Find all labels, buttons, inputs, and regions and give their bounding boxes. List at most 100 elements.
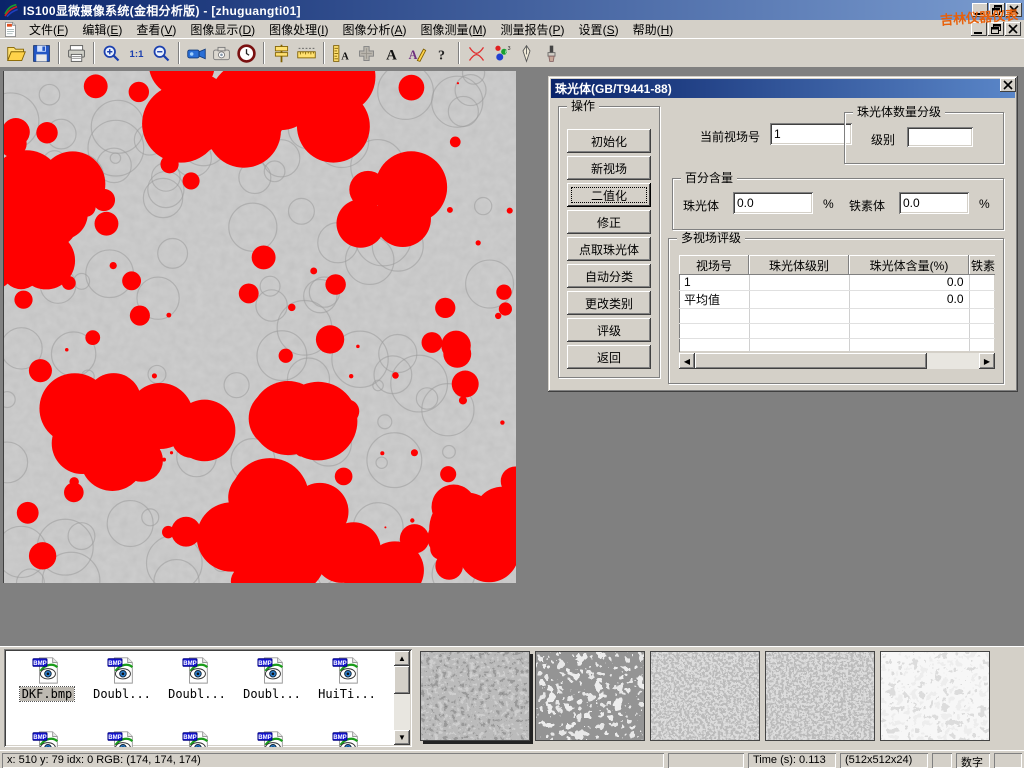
op-button-4[interactable]: 点取珠光体 [567, 237, 651, 261]
print-icon [66, 43, 87, 64]
help-button[interactable]: ? [429, 41, 454, 66]
menu-item-0[interactable]: 文件(F) [22, 20, 75, 39]
hscroll-right-button[interactable]: ▶ [979, 353, 995, 369]
toolbar-separator [323, 42, 325, 64]
annotate-button[interactable]: A [404, 41, 429, 66]
file-list[interactable]: BMPDKF.bmpBMPDoubl...BMPDoubl...BMPDoubl… [4, 649, 412, 747]
bmp-file-icon-partial[interactable]: BMP [330, 729, 364, 747]
thumbnail-4[interactable] [880, 651, 990, 741]
file-item-1[interactable]: BMPDoubl... [87, 655, 157, 701]
close-button[interactable] [1006, 3, 1022, 17]
file-item-4[interactable]: BMPHuiTi... [312, 655, 382, 701]
text-label-button[interactable]: A [379, 41, 404, 66]
table-cell [749, 323, 849, 338]
zoom-out-button[interactable] [149, 41, 174, 66]
minimize-button[interactable] [972, 3, 988, 17]
hscroll-left-button[interactable]: ◀ [679, 353, 695, 369]
caliper-button[interactable] [269, 41, 294, 66]
op-button-1[interactable]: 新视场 [567, 156, 651, 180]
vscroll-up-button[interactable]: ▲ [394, 651, 410, 666]
level-input[interactable] [907, 127, 973, 147]
table-header-3[interactable]: 铁素体含量(%) [969, 255, 995, 275]
bmp-file-icon-partial[interactable]: BMP [30, 729, 64, 747]
menu-item-4[interactable]: 图像处理(I) [262, 20, 335, 39]
file-item-0[interactable]: BMPDKF.bmp [12, 655, 82, 701]
table-row-1[interactable]: 平均值0.0 [679, 290, 995, 308]
op-button-2[interactable]: 二值化 [567, 183, 651, 207]
save-button[interactable] [29, 41, 54, 66]
ruler-button[interactable] [294, 41, 319, 66]
timer-button[interactable] [234, 41, 259, 66]
menu-item-6[interactable]: 图像测量(M) [414, 20, 494, 39]
brush-button[interactable] [539, 41, 564, 66]
op-button-8[interactable]: 返回 [567, 345, 651, 369]
table-row-4[interactable] [679, 338, 995, 352]
current-field-input[interactable] [770, 123, 852, 145]
thumbnail-2[interactable] [650, 651, 760, 741]
menu-item-5[interactable]: 图像分析(A) [335, 20, 413, 39]
menu-item-9[interactable]: 帮助(H) [626, 20, 681, 39]
ferrite-input[interactable] [899, 192, 969, 214]
menu-item-2[interactable]: 查看(V) [129, 20, 183, 39]
bmp-file-icon-partial[interactable]: BMP [180, 729, 214, 747]
curve-tool-button[interactable] [464, 41, 489, 66]
pearlite-input[interactable] [733, 192, 813, 214]
open-folder-button[interactable] [4, 41, 29, 66]
actual-size-button[interactable]: 1:1 [124, 41, 149, 66]
print-button[interactable] [64, 41, 89, 66]
op-button-0[interactable]: 初始化 [567, 129, 651, 153]
camera-icon [211, 43, 232, 64]
op-button-5[interactable]: 自动分类 [567, 264, 651, 288]
menu-item-1[interactable]: 编辑(E) [75, 20, 129, 39]
thumbnail-3[interactable] [765, 651, 875, 741]
vscroll-down-button[interactable]: ▼ [394, 730, 410, 745]
vscroll-thumb[interactable] [394, 666, 410, 694]
bmp-file-icon-partial[interactable]: BMP [105, 729, 139, 747]
toolbar-separator [58, 42, 60, 64]
mdi-close-button[interactable] [1005, 22, 1021, 36]
svg-text:BMP: BMP [33, 660, 47, 667]
grid-cross-icon [356, 43, 377, 64]
menu-item-7[interactable]: 测量报告(P) [494, 20, 572, 39]
bmp-file-icon-partial[interactable]: BMP [255, 729, 289, 747]
thumbnail-1[interactable] [535, 651, 645, 741]
grid-cross-button[interactable] [354, 41, 379, 66]
pen-button[interactable] [514, 41, 539, 66]
table-header-2[interactable]: 珠光体含量(%) [849, 255, 969, 275]
camera-button[interactable] [209, 41, 234, 66]
menu-item-8[interactable]: 设置(S) [572, 20, 626, 39]
measure-text-button[interactable]: A [329, 41, 354, 66]
video-camera-button[interactable] [184, 41, 209, 66]
table-row-3[interactable] [679, 323, 995, 338]
app-icon [3, 2, 19, 18]
op-button-6[interactable]: 更改类别 [567, 291, 651, 315]
file-item-3[interactable]: BMPDoubl... [237, 655, 307, 701]
file-item-2[interactable]: BMPDoubl... [162, 655, 232, 701]
menu-item-3[interactable]: 图像显示(D) [183, 20, 262, 39]
status-empty-3 [994, 753, 1022, 768]
table-header-1[interactable]: 珠光体级别 [749, 255, 849, 275]
restore-button[interactable] [989, 3, 1005, 17]
table-cell [969, 323, 995, 338]
multifield-table[interactable]: 视场号珠光体级别珠光体含量(%)铁素体含量(%)10.0平均值0.0 [679, 255, 995, 352]
filelist-vscrollbar[interactable]: ▲▼ [394, 651, 410, 745]
ruler-icon [296, 43, 317, 64]
op-button-3[interactable]: 修正 [567, 210, 651, 234]
op-button-7[interactable]: 评级 [567, 318, 651, 342]
table-row-0[interactable]: 10.0 [679, 275, 995, 290]
dialog-close-button[interactable] [1000, 78, 1016, 92]
curve-tool-icon [466, 43, 487, 64]
zoom-out-icon [151, 43, 172, 64]
hscroll-thumb[interactable] [695, 353, 927, 369]
zoom-in-button[interactable] [99, 41, 124, 66]
specimen-image[interactable] [3, 71, 515, 583]
table-hscrollbar[interactable]: ◀ ▶ [679, 353, 995, 369]
count-points-button[interactable]: 38 [489, 41, 514, 66]
grading-group: 珠光体数量分级 级别 [844, 112, 1004, 164]
mdi-minimize-button[interactable] [971, 22, 987, 36]
thumbnail-0[interactable] [420, 651, 530, 741]
table-row-2[interactable] [679, 308, 995, 323]
table-header-0[interactable]: 视场号 [679, 255, 749, 275]
dialog-title-bar[interactable]: 珠光体(GB/T9441-88) [551, 79, 1015, 98]
mdi-restore-button[interactable] [988, 22, 1004, 36]
